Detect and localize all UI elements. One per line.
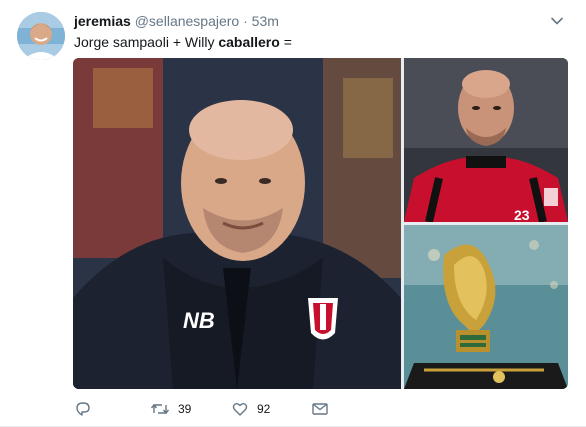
- separator: ·: [243, 13, 248, 29]
- photo-goalkeeper[interactable]: 23: [404, 58, 568, 222]
- tweet-text-prefix: Jorge sampaoli + Willy: [74, 34, 219, 50]
- timestamp[interactable]: 53m: [252, 13, 279, 29]
- tweet-header: jeremias @sellanespajero · 53m: [74, 12, 279, 30]
- reply-icon: [76, 402, 90, 416]
- photo-trophy[interactable]: [404, 225, 568, 389]
- avatar-image: [17, 12, 65, 60]
- display-name[interactable]: jeremias: [74, 13, 131, 29]
- trophy-photo-illustration: [404, 225, 568, 389]
- goalkeeper-photo-illustration: 23: [404, 58, 568, 222]
- like-button[interactable]: 92: [231, 400, 311, 418]
- retweet-count: 39: [178, 402, 192, 416]
- direct-message-button[interactable]: [311, 400, 329, 418]
- svg-text:NB: NB: [183, 308, 215, 333]
- coach-photo-illustration: NB: [73, 58, 401, 389]
- retweet-icon: [150, 403, 170, 415]
- retweet-button[interactable]: 39: [150, 400, 231, 418]
- reply-button[interactable]: [74, 400, 150, 418]
- tweet-text-highlight: caballero: [218, 34, 280, 50]
- heart-icon: [232, 403, 248, 416]
- avatar[interactable]: [17, 12, 65, 60]
- tweet-actions: 39 92: [74, 398, 329, 420]
- more-options-button[interactable]: [550, 14, 564, 28]
- user-handle[interactable]: @sellanespajero: [135, 13, 240, 29]
- envelope-icon: [312, 403, 328, 415]
- svg-text:23: 23: [514, 207, 530, 222]
- like-count: 92: [257, 402, 271, 416]
- tweet-text: Jorge sampaoli + Willy caballero =: [74, 33, 292, 51]
- photo-coach[interactable]: NB: [73, 58, 401, 389]
- tweet-text-suffix: =: [279, 34, 292, 50]
- chevron-down-icon: [551, 17, 563, 25]
- tweet-card[interactable]: jeremias @sellanespajero · 53m Jorge sam…: [0, 0, 586, 427]
- media-grid: NB 23: [73, 58, 568, 389]
